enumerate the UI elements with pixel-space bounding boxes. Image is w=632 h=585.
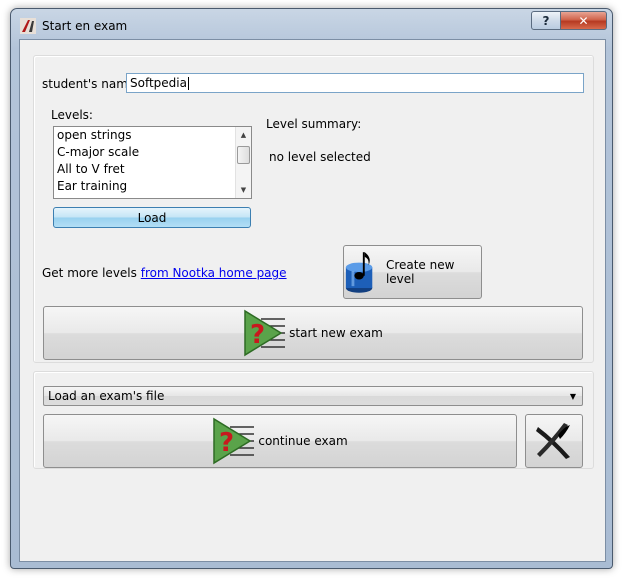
exam-question-icon: ? — [213, 417, 255, 465]
list-item[interactable]: All to V fret — [54, 161, 251, 178]
scroll-up-arrow-icon[interactable]: ▲ — [236, 127, 251, 143]
continue-exam-button[interactable]: ? continue exam — [43, 414, 517, 468]
student-name-value: Softpedia — [130, 76, 187, 90]
svg-text:?: ? — [250, 320, 265, 350]
discard-exam-button[interactable] — [525, 414, 583, 468]
start-new-exam-button[interactable]: ? start new exam — [43, 306, 583, 360]
exam-file-combobox[interactable]: Load an exam's file ▼ — [43, 386, 583, 406]
new-exam-group: student's name: Softpedia Levels: open s… — [33, 55, 594, 363]
list-item[interactable]: C-major scale — [54, 144, 251, 161]
get-more-levels-text: Get more levels from Nootka home page — [42, 266, 287, 280]
list-item[interactable]: Ear training — [54, 178, 251, 195]
scroll-down-arrow-icon[interactable]: ▼ — [236, 182, 251, 198]
levels-scrollbar[interactable]: ▲ ▼ — [235, 127, 251, 198]
continue-exam-group: Load an exam's file ▼ ? continue exam — [33, 371, 594, 469]
dialog-content: student's name: Softpedia Levels: open s… — [19, 39, 606, 562]
exam-question-icon: ? — [244, 309, 286, 357]
levels-list[interactable]: open strings C-major scale All to V fret… — [53, 126, 252, 199]
exam-file-selected: Load an exam's file — [48, 389, 165, 403]
get-more-levels-label: Get more levels — [42, 266, 137, 280]
cross-icon — [536, 423, 570, 459]
levels-label: Levels: — [51, 108, 93, 122]
student-name-label: student's name: — [42, 77, 140, 91]
help-button[interactable]: ? — [531, 11, 561, 30]
chevron-down-icon: ▼ — [569, 392, 576, 401]
scrollbar-thumb[interactable] — [237, 146, 250, 164]
start-new-exam-label: start new exam — [289, 326, 383, 340]
level-summary-text: no level selected — [269, 150, 371, 164]
title-bar[interactable]: Start en exam ? ✕ — [11, 9, 612, 39]
student-name-input[interactable]: Softpedia — [126, 73, 584, 93]
nootka-app-icon — [20, 18, 36, 34]
window-title: Start en exam — [42, 19, 128, 33]
nootka-home-page-link[interactable]: from Nootka home page — [141, 266, 287, 280]
create-new-level-label: Create new level — [385, 258, 455, 286]
dialog-window: Start en exam ? ✕ student's name: Softpe… — [10, 8, 613, 569]
load-level-button[interactable]: Load — [53, 207, 251, 228]
close-window-button[interactable]: ✕ — [560, 11, 607, 30]
continue-exam-label: continue exam — [258, 434, 348, 448]
list-item[interactable]: open strings — [54, 127, 251, 144]
svg-text:?: ? — [219, 428, 234, 458]
database-note-icon — [345, 252, 373, 293]
create-new-level-button[interactable]: Create new level — [343, 245, 482, 299]
level-summary-label: Level summary: — [266, 117, 362, 131]
